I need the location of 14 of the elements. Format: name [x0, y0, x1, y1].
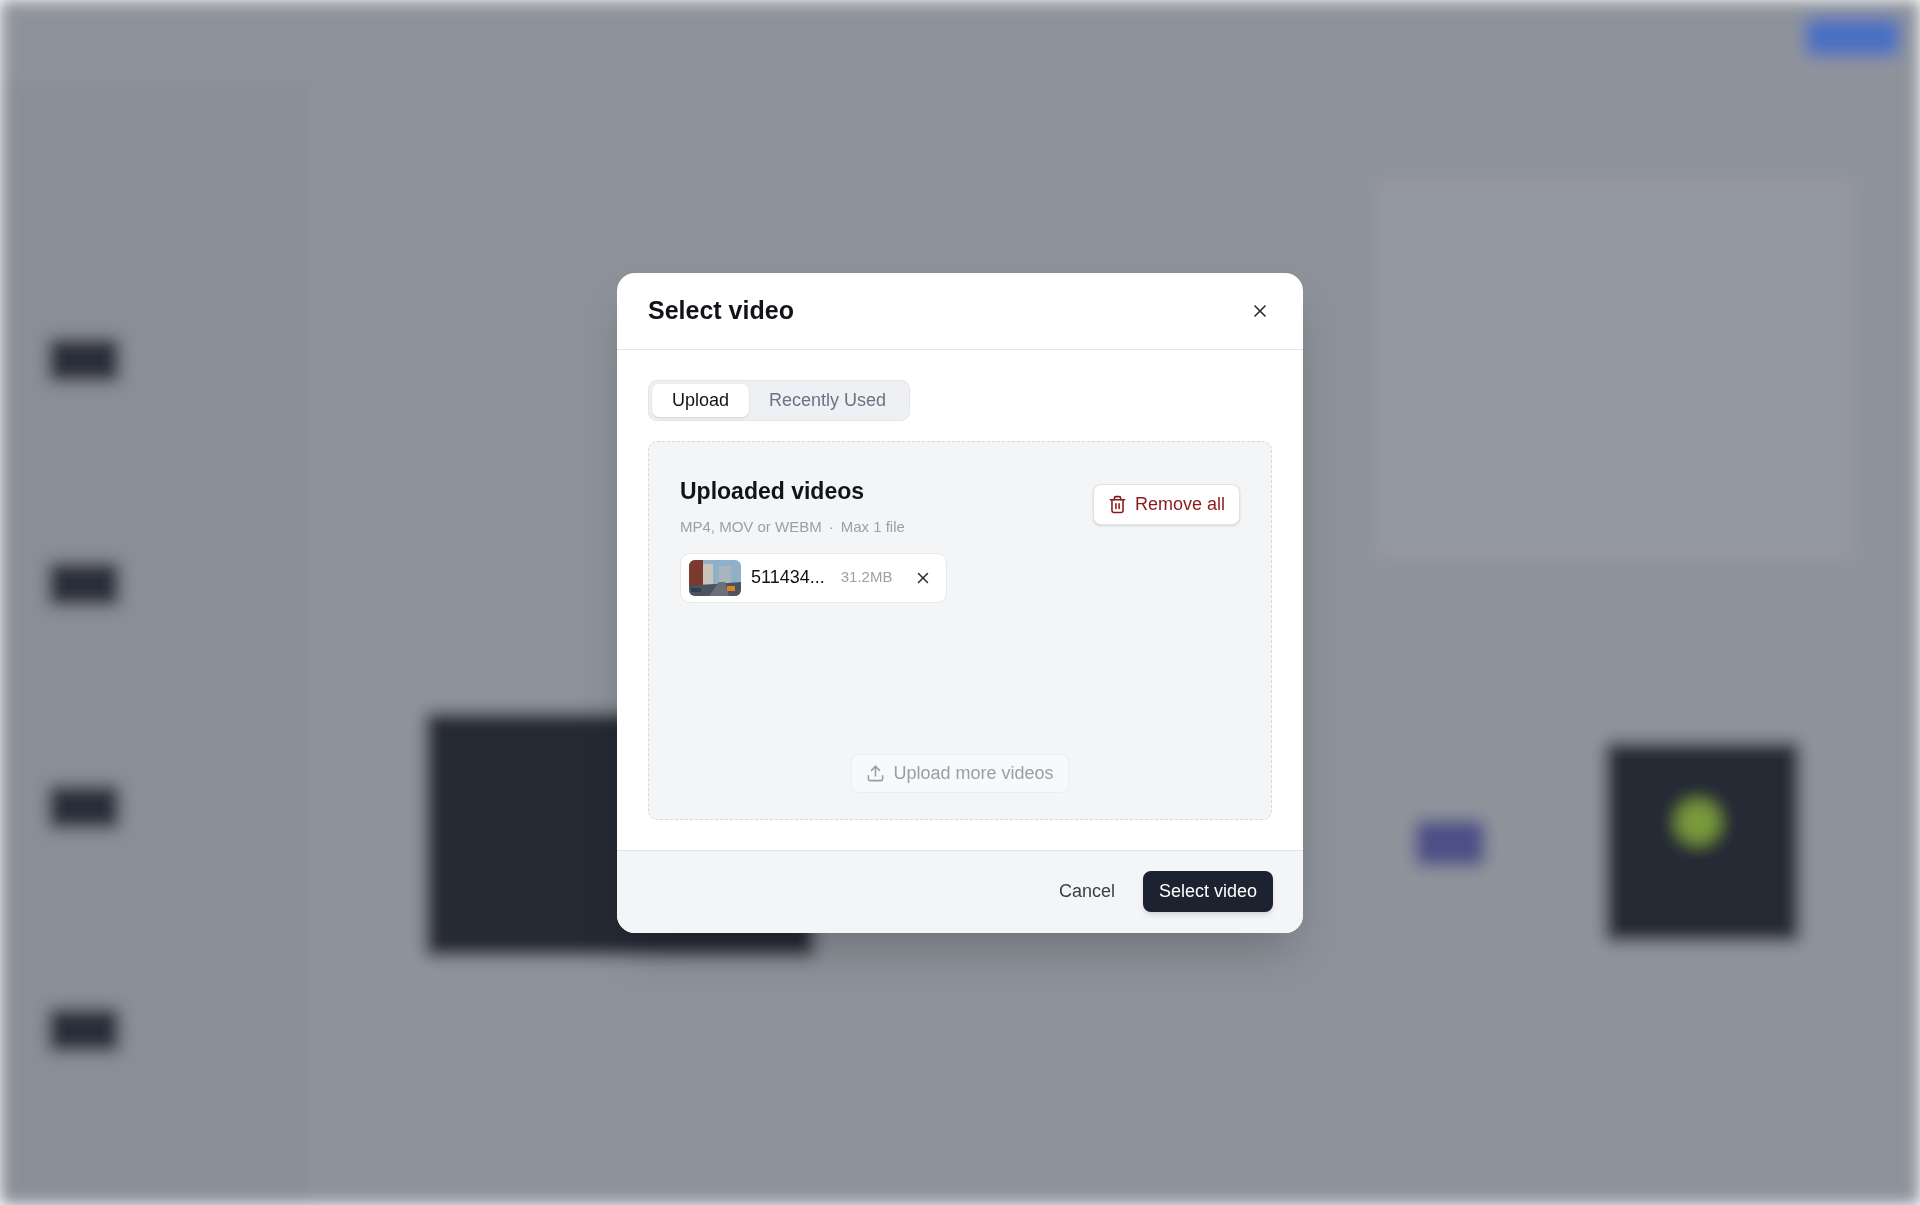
section-heading: Uploaded videos — [680, 476, 866, 506]
cancel-button[interactable]: Cancel — [1056, 871, 1117, 912]
separator-dot: · — [828, 517, 834, 537]
select-video-button[interactable]: Select video — [1142, 871, 1273, 912]
trash-icon — [1107, 494, 1127, 514]
remove-all-button[interactable]: Remove all — [1092, 483, 1240, 525]
tab[interactable]: Recently Used — [749, 383, 907, 417]
upload-icon — [866, 763, 886, 783]
format-hint: MP4, MOV or WEBM — [680, 517, 822, 537]
file-size: 31.2MB — [840, 567, 893, 588]
file-name: 511434... — [751, 566, 825, 589]
file-limit: Max 1 file — [840, 517, 905, 537]
dialog-title: Select video — [648, 294, 794, 326]
tab[interactable]: Upload — [652, 383, 750, 417]
